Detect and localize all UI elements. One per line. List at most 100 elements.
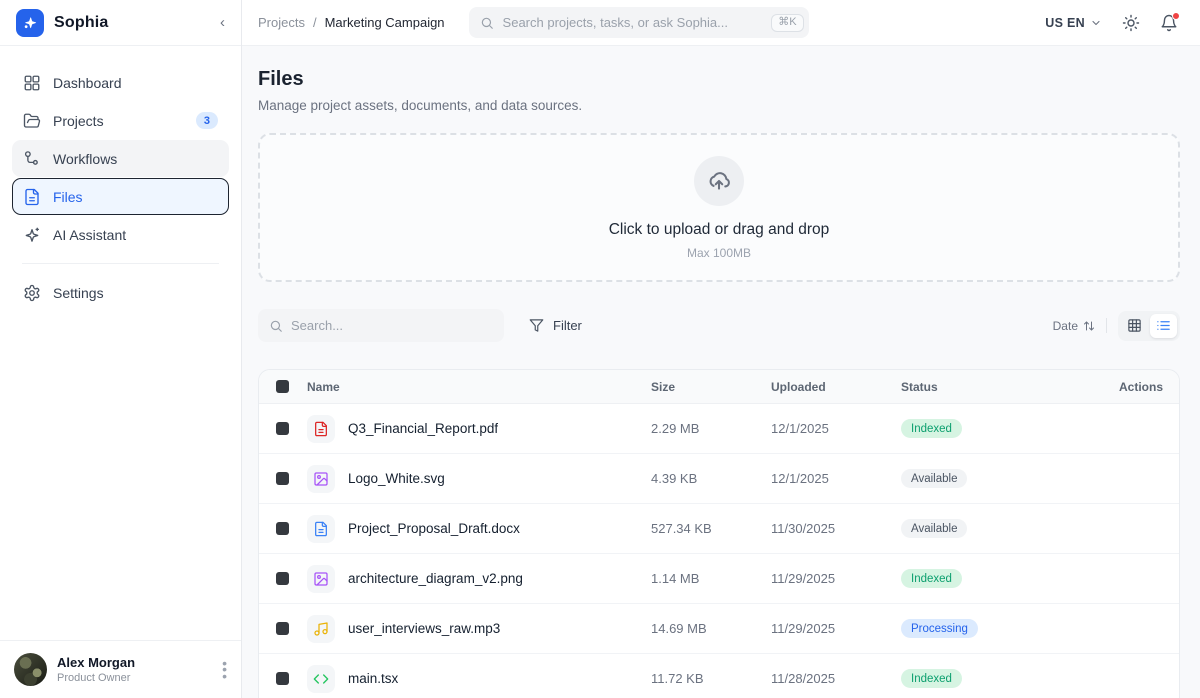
search-shortcut-badge: ⌘K	[771, 14, 803, 32]
sidebar-item-label: AI Assistant	[53, 227, 126, 243]
list-view-icon	[1156, 318, 1171, 333]
sidebar-collapse-button[interactable]: ‹	[220, 15, 225, 30]
user-menu-kebab-icon[interactable]: •••	[222, 660, 227, 679]
file-name: Logo_White.svg	[348, 471, 445, 486]
table-row[interactable]: Project_Proposal_Draft.docx 527.34 KB 11…	[259, 504, 1179, 554]
sophia-logo-icon	[16, 9, 44, 37]
row-checkbox[interactable]	[276, 622, 289, 635]
file-name: architecture_diagram_v2.png	[348, 571, 523, 586]
user-profile[interactable]: Alex Morgan Product Owner •••	[0, 640, 241, 698]
toolbar-divider	[1106, 318, 1107, 333]
file-name: Project_Proposal_Draft.docx	[348, 521, 520, 536]
files-page: Files Manage project assets, documents, …	[242, 46, 1200, 698]
file-name: Q3_Financial_Report.pdf	[348, 421, 498, 436]
sidebar-item-projects[interactable]: Projects 3	[12, 102, 229, 139]
search-icon	[480, 16, 494, 30]
column-header-actions: Actions	[1051, 380, 1179, 394]
file-name: user_interviews_raw.mp3	[348, 621, 500, 636]
sidebar-item-files[interactable]: Files	[12, 178, 229, 215]
status-badge: Indexed	[901, 419, 962, 438]
sidebar: Sophia ‹ Dashboard Projects 3 Workflows …	[0, 0, 242, 698]
upload-dropzone[interactable]: Click to upload or drag and drop Max 100…	[258, 133, 1180, 282]
notifications-button[interactable]	[1160, 14, 1178, 32]
grid-view-icon	[1127, 318, 1142, 333]
row-checkbox[interactable]	[276, 572, 289, 585]
sidebar-header: Sophia ‹	[0, 0, 241, 46]
breadcrumb: Projects / Marketing Campaign	[258, 15, 445, 30]
files-search-placeholder: Search...	[291, 318, 343, 333]
table-header-row: Name Size Uploaded Status Actions	[259, 370, 1179, 404]
projects-count-badge: 3	[196, 112, 218, 129]
notification-dot	[1172, 12, 1180, 20]
table-row[interactable]: architecture_diagram_v2.png 1.14 MB 11/2…	[259, 554, 1179, 604]
row-checkbox[interactable]	[276, 472, 289, 485]
file-uploaded-date: 11/29/2025	[771, 571, 901, 586]
column-header-size: Size	[651, 380, 771, 394]
sidebar-divider	[22, 263, 219, 264]
sidebar-item-label: Dashboard	[53, 75, 122, 91]
dropzone-title: Click to upload or drag and drop	[609, 221, 830, 239]
user-role: Product Owner	[57, 672, 135, 684]
grid-view-button[interactable]	[1121, 314, 1148, 338]
cloud-upload-icon	[706, 168, 732, 194]
file-size: 1.14 MB	[651, 571, 771, 586]
file-size: 11.72 KB	[651, 671, 771, 686]
files-search-input[interactable]: Search...	[258, 309, 504, 342]
status-badge: Available	[901, 519, 967, 538]
workflow-icon	[23, 150, 41, 168]
sidebar-item-ai-assistant[interactable]: AI Assistant	[12, 216, 229, 253]
list-view-button[interactable]	[1150, 314, 1177, 338]
funnel-icon	[529, 318, 544, 333]
sort-arrows-icon	[1083, 320, 1095, 332]
filter-button[interactable]: Filter	[529, 318, 582, 333]
breadcrumb-current: Marketing Campaign	[325, 15, 445, 30]
column-header-status: Status	[901, 380, 1051, 394]
sidebar-item-dashboard[interactable]: Dashboard	[12, 64, 229, 101]
topbar: Projects / Marketing Campaign Search pro…	[242, 0, 1200, 46]
locale-selector[interactable]: US EN	[1045, 16, 1102, 30]
file-code-icon	[307, 665, 335, 693]
table-body: Q3_Financial_Report.pdf 2.29 MB 12/1/202…	[259, 404, 1179, 698]
view-toggle	[1118, 311, 1180, 341]
files-table: Name Size Uploaded Status Actions Q3_Fin…	[258, 369, 1180, 698]
search-icon	[269, 319, 283, 333]
file-image-icon	[307, 565, 335, 593]
table-row[interactable]: Q3_Financial_Report.pdf 2.29 MB 12/1/202…	[259, 404, 1179, 454]
sparkles-icon	[23, 226, 41, 244]
breadcrumb-separator: /	[313, 15, 317, 30]
sidebar-item-workflows[interactable]: Workflows	[12, 140, 229, 177]
locale-label: US EN	[1045, 16, 1085, 30]
row-checkbox[interactable]	[276, 422, 289, 435]
global-search-input[interactable]: Search projects, tasks, or ask Sophia...…	[469, 7, 809, 38]
file-size: 527.34 KB	[651, 521, 771, 536]
row-checkbox[interactable]	[276, 672, 289, 685]
select-all-checkbox[interactable]	[276, 380, 289, 393]
column-header-uploaded: Uploaded	[771, 380, 901, 394]
brand-name: Sophia	[54, 14, 109, 32]
chevron-down-icon	[1090, 17, 1102, 29]
file-uploaded-date: 12/1/2025	[771, 421, 901, 436]
sort-by-date-button[interactable]: Date	[1053, 319, 1095, 333]
sidebar-item-settings[interactable]: Settings	[12, 274, 229, 311]
status-badge: Available	[901, 469, 967, 488]
dropzone-subtitle: Max 100MB	[687, 246, 751, 260]
table-row[interactable]: user_interviews_raw.mp3 14.69 MB 11/29/2…	[259, 604, 1179, 654]
sort-label: Date	[1053, 319, 1078, 333]
sidebar-item-label: Settings	[53, 285, 104, 301]
page-title: Files	[258, 68, 1180, 91]
breadcrumb-parent[interactable]: Projects	[258, 15, 305, 30]
folder-icon	[23, 112, 41, 130]
user-name: Alex Morgan	[57, 655, 135, 670]
upload-icon-circle	[694, 156, 744, 206]
table-row[interactable]: main.tsx 11.72 KB 11/28/2025 Indexed	[259, 654, 1179, 698]
table-row[interactable]: Logo_White.svg 4.39 KB 12/1/2025 Availab…	[259, 454, 1179, 504]
gear-icon	[23, 284, 41, 302]
theme-toggle-button[interactable]	[1122, 14, 1140, 32]
row-checkbox[interactable]	[276, 522, 289, 535]
global-search-placeholder: Search projects, tasks, or ask Sophia...	[503, 15, 763, 30]
status-badge: Indexed	[901, 669, 962, 688]
file-pdf-icon	[307, 415, 335, 443]
status-badge: Processing	[901, 619, 978, 638]
file-size: 4.39 KB	[651, 471, 771, 486]
sun-icon	[1122, 14, 1140, 32]
